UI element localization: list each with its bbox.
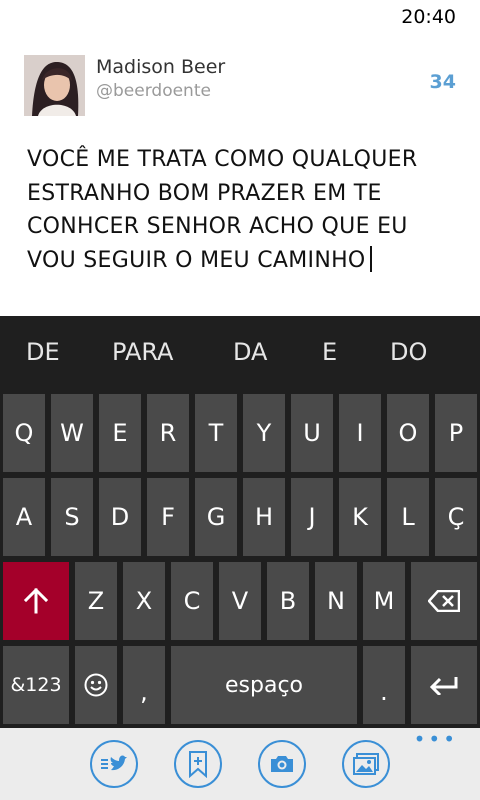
key-u[interactable]: U bbox=[291, 394, 333, 472]
tweet-line: CONHCER SENHOR ACHO QUE EU bbox=[27, 214, 408, 239]
key-c-cedilla[interactable]: Ç bbox=[435, 478, 477, 556]
status-time: 20:40 bbox=[401, 6, 456, 28]
enter-icon bbox=[430, 677, 458, 695]
key-z[interactable]: Z bbox=[75, 562, 117, 640]
suggestion-item[interactable]: DO bbox=[390, 338, 427, 366]
shift-arrow-icon bbox=[24, 588, 48, 614]
key-r[interactable]: R bbox=[147, 394, 189, 472]
key-y[interactable]: Y bbox=[243, 394, 285, 472]
key-t[interactable]: T bbox=[195, 394, 237, 472]
avatar-image bbox=[24, 55, 85, 116]
keyboard: DE PARA DA E DO Q W E R T Y U I O P A S … bbox=[0, 316, 480, 728]
suggestion-bar: DE PARA DA E DO bbox=[0, 316, 480, 392]
user-name: Madison Beer bbox=[96, 56, 226, 78]
key-o[interactable]: O bbox=[387, 394, 429, 472]
twitter-compose-icon bbox=[101, 755, 127, 771]
backspace-icon bbox=[428, 590, 460, 612]
key-f[interactable]: F bbox=[147, 478, 189, 556]
key-w[interactable]: W bbox=[51, 394, 93, 472]
key-e[interactable]: E bbox=[99, 394, 141, 472]
key-g[interactable]: G bbox=[195, 478, 237, 556]
tweet-line: VOCÊ ME TRATA COMO QUALQUER bbox=[27, 147, 418, 172]
tweet-line: VOU SEGUIR O MEU CAMINHO bbox=[27, 247, 366, 273]
key-k[interactable]: K bbox=[339, 478, 381, 556]
user-handle: @beerdoente bbox=[96, 81, 211, 101]
compose-header: Madison Beer @beerdoente 34 bbox=[24, 55, 456, 117]
suggestion-item[interactable]: DE bbox=[26, 338, 60, 366]
key-b[interactable]: B bbox=[267, 562, 309, 640]
symbols-key[interactable]: &123 bbox=[3, 646, 69, 724]
gallery-button[interactable] bbox=[342, 740, 390, 788]
comma-key[interactable]: , bbox=[123, 646, 165, 724]
key-n[interactable]: N bbox=[315, 562, 357, 640]
enter-key[interactable] bbox=[411, 646, 477, 724]
mention-tweet-button[interactable] bbox=[90, 740, 138, 788]
emoji-key[interactable] bbox=[75, 646, 117, 724]
key-s[interactable]: S bbox=[51, 478, 93, 556]
suggestion-item[interactable]: E bbox=[322, 338, 337, 366]
key-v[interactable]: V bbox=[219, 562, 261, 640]
key-i[interactable]: I bbox=[339, 394, 381, 472]
text-caret bbox=[369, 245, 372, 272]
status-bar: 20:40 bbox=[0, 0, 480, 32]
camera-button[interactable] bbox=[258, 740, 306, 788]
tweet-text-input[interactable]: VOCÊ ME TRATA COMO QUALQUER ESTRANHO BOM… bbox=[27, 143, 457, 277]
key-x[interactable]: X bbox=[123, 562, 165, 640]
key-h[interactable]: H bbox=[243, 478, 285, 556]
app-bar: ••• bbox=[0, 728, 480, 800]
emoji-icon bbox=[84, 673, 108, 697]
suggestion-item[interactable]: PARA bbox=[112, 338, 173, 366]
key-a[interactable]: A bbox=[3, 478, 45, 556]
camera-icon bbox=[271, 756, 293, 772]
key-j[interactable]: J bbox=[291, 478, 333, 556]
bookmark-add-button[interactable] bbox=[174, 740, 222, 788]
gallery-icon bbox=[353, 753, 379, 775]
key-q[interactable]: Q bbox=[3, 394, 45, 472]
key-m[interactable]: M bbox=[363, 562, 405, 640]
key-c[interactable]: C bbox=[171, 562, 213, 640]
shift-key[interactable] bbox=[3, 562, 69, 640]
backspace-key[interactable] bbox=[411, 562, 477, 640]
bookmark-add-icon bbox=[189, 751, 207, 778]
period-key[interactable]: . bbox=[363, 646, 405, 724]
more-options-button[interactable]: ••• bbox=[414, 729, 458, 749]
space-key[interactable]: espaço bbox=[171, 646, 357, 724]
suggestion-item[interactable]: DA bbox=[233, 338, 267, 366]
tweet-line: ESTRANHO BOM PRAZER EM TE bbox=[27, 180, 382, 206]
avatar bbox=[24, 55, 85, 116]
key-d[interactable]: D bbox=[99, 478, 141, 556]
key-p[interactable]: P bbox=[435, 394, 477, 472]
character-count: 34 bbox=[429, 71, 456, 93]
key-l[interactable]: L bbox=[387, 478, 429, 556]
